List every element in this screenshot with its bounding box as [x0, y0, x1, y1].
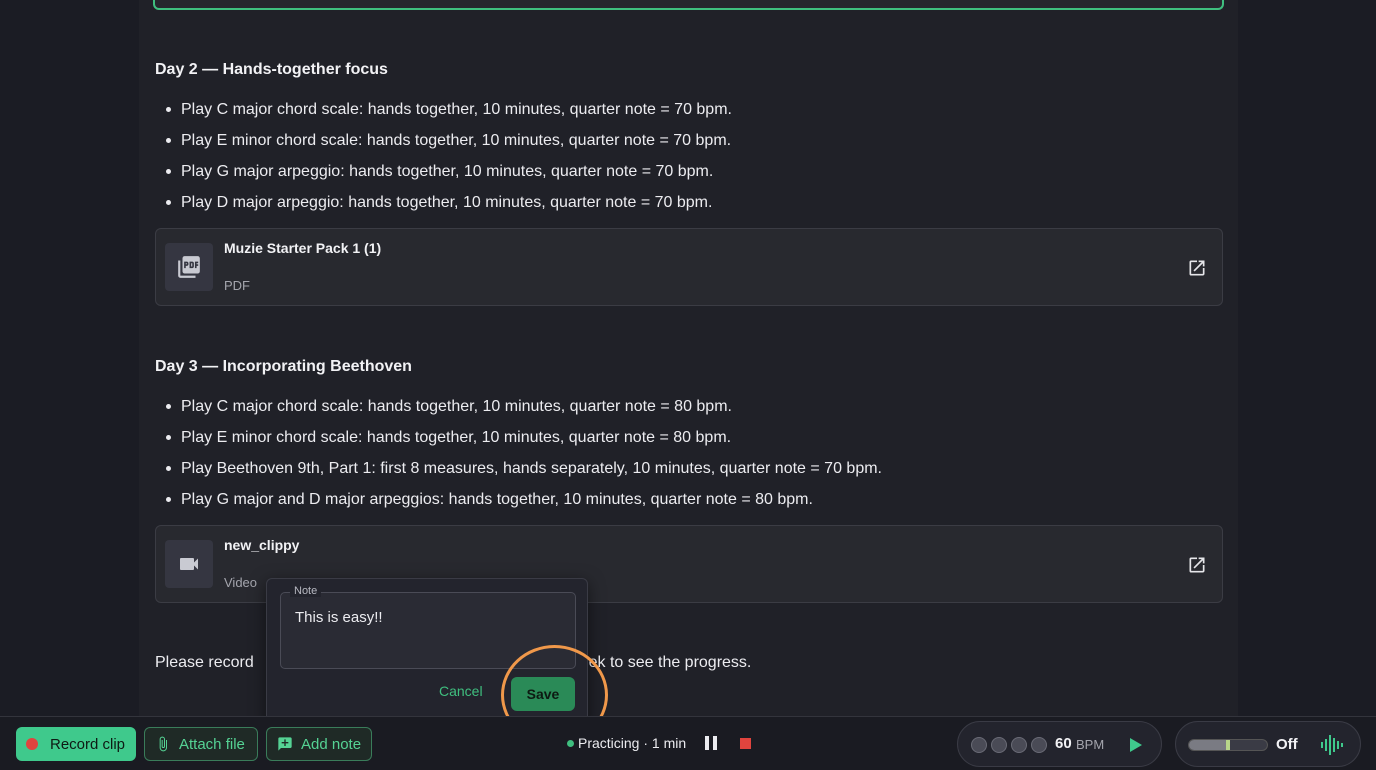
slider-knob[interactable] [1226, 740, 1230, 750]
open-external-icon[interactable] [1186, 257, 1208, 279]
list-item: Play D major arpeggio: hands together, 1… [163, 187, 732, 218]
practice-status-text: Practicing · 1 min [578, 735, 687, 751]
add-comment-icon [277, 736, 293, 752]
previous-attachment-card[interactable] [153, 0, 1224, 10]
list-item: Play E minor chord scale: hands together… [163, 422, 882, 453]
pdf-icon [165, 243, 213, 291]
note-popover: Note Cancel Save [266, 578, 588, 724]
drone-volume-slider[interactable] [1188, 739, 1268, 751]
live-dot-icon [567, 739, 574, 747]
attachment-type: PDF [224, 278, 250, 293]
note-field[interactable]: Note [280, 585, 576, 669]
metronome-control: 60 BPM [957, 721, 1162, 767]
beat-indicator [971, 737, 987, 753]
day-3-title: Day 3 — Incorporating Beethoven [155, 358, 412, 375]
bpm-unit: BPM [1076, 737, 1105, 752]
list-item: Play E minor chord scale: hands together… [163, 125, 732, 156]
open-external-icon[interactable] [1186, 554, 1208, 576]
note-field-label: Note [290, 585, 322, 597]
beat-indicator [1031, 737, 1047, 753]
attachment-name: new_clippy [224, 537, 300, 553]
record-dot-icon [26, 738, 38, 750]
beat-indicator [991, 737, 1007, 753]
list-item: Play G major and D major arpeggios: hand… [163, 484, 882, 515]
day-2-title: Day 2 — Hands-together focus [155, 61, 388, 78]
attach-file-button[interactable]: Attach file [144, 727, 258, 761]
day-2-task-list: Play C major chord scale: hands together… [163, 94, 732, 218]
slider-fill [1189, 740, 1228, 750]
metronome-play-icon[interactable] [1125, 735, 1145, 755]
attachment-name: Muzie Starter Pack 1 (1) [224, 240, 382, 256]
record-clip-label: Record clip [50, 735, 126, 753]
stop-icon[interactable] [740, 738, 751, 749]
bpm-value[interactable]: 60 [1055, 735, 1072, 752]
practice-status: Practicing · 1 min [567, 735, 686, 751]
list-item: Play G major arpeggio: hands together, 1… [163, 156, 732, 187]
beat-indicator [1011, 737, 1027, 753]
add-note-label: Add note [301, 735, 362, 753]
drone-control: Off [1175, 721, 1361, 767]
record-clip-button[interactable]: Record clip [16, 727, 136, 761]
attach-file-label: Attach file [179, 735, 245, 753]
cancel-button[interactable]: Cancel [439, 683, 483, 699]
add-note-button[interactable]: Add note [266, 727, 372, 761]
video-camera-icon [165, 540, 213, 588]
list-item: Play C major chord scale: hands together… [163, 391, 882, 422]
save-button[interactable]: Save [511, 677, 575, 711]
day-3-task-list: Play C major chord scale: hands together… [163, 391, 882, 515]
pause-icon[interactable] [702, 734, 720, 752]
note-input[interactable] [295, 609, 565, 659]
closing-text-end: eek to see the progress. [579, 654, 752, 671]
attachment-type: Video [224, 575, 258, 590]
attachment-card-pdf[interactable]: Muzie Starter Pack 1 (1) PDF [155, 228, 1223, 306]
closing-text-start: Please record [155, 654, 254, 671]
practice-toolbar: Record clip Attach file Add note Practic… [0, 716, 1376, 770]
paperclip-icon [155, 736, 171, 752]
drone-state: Off [1276, 736, 1298, 753]
list-item: Play Beethoven 9th, Part 1: first 8 meas… [163, 453, 882, 484]
waveform-icon[interactable] [1320, 734, 1344, 761]
list-item: Play C major chord scale: hands together… [163, 94, 732, 125]
